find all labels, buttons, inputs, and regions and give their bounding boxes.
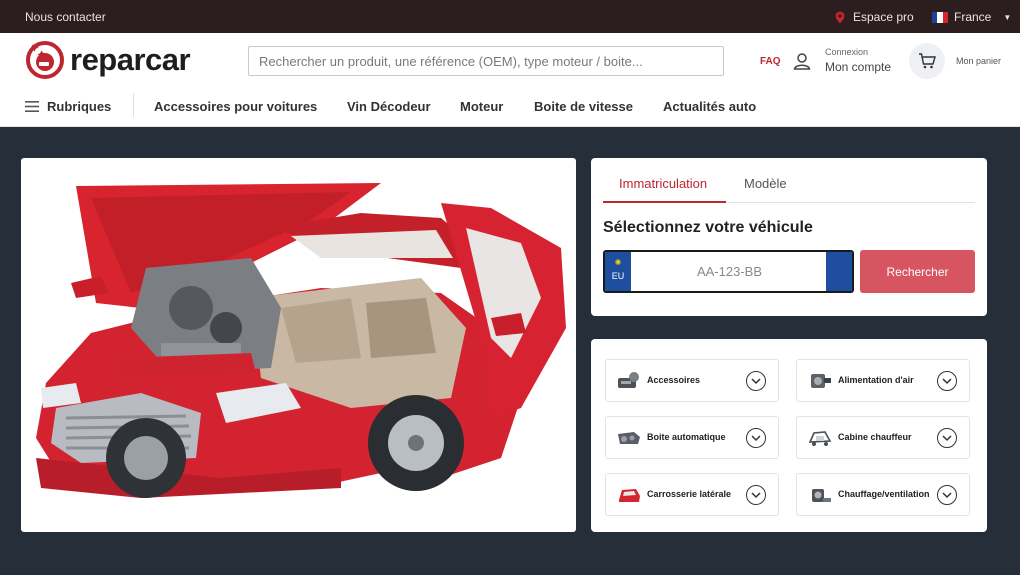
accessories-icon <box>618 372 639 388</box>
user-icon[interactable] <box>793 52 811 70</box>
espace-pro-label: Espace pro <box>853 10 914 24</box>
category-label: Cabine chauffeur <box>838 432 912 442</box>
vehicle-selector-title: Sélectionnez votre véhicule <box>603 219 813 236</box>
eu-band: ✺ EU <box>605 252 631 291</box>
wrench-logo-icon <box>26 41 64 79</box>
category-accessoires[interactable]: Accessoires <box>605 359 779 402</box>
search-vehicle-button[interactable]: Rechercher <box>860 250 975 293</box>
nav-divider <box>133 93 134 117</box>
cabin-icon <box>808 431 832 446</box>
rubriques-menu[interactable]: Rubriques <box>25 99 111 114</box>
chevron-down-icon[interactable] <box>937 485 957 505</box>
my-account-label: Mon compte <box>825 60 892 74</box>
hamburger-icon <box>25 101 39 112</box>
cart-label[interactable]: Mon panier <box>956 56 1001 66</box>
plate-right-band <box>826 252 852 291</box>
air-intake-icon <box>811 374 831 388</box>
location-pin-icon <box>835 11 845 23</box>
active-tab-indicator <box>603 201 726 203</box>
chevron-down-icon[interactable] <box>937 428 957 448</box>
car-cutaway-illustration <box>36 183 566 498</box>
eu-stars-icon: ✺ <box>614 258 622 267</box>
brand-name: reparcar <box>70 42 191 77</box>
vehicle-tabs: Immatriculation Modèle <box>603 172 975 203</box>
nav-boite-de-vitesse[interactable]: Boite de vitesse <box>534 99 633 114</box>
category-label: Chauffage/ventilation <box>838 489 930 499</box>
car-door-icon <box>619 489 640 502</box>
chevron-down-icon[interactable] <box>746 428 766 448</box>
category-alimentation-air[interactable]: Alimentation d'air <box>796 359 970 402</box>
rubriques-label: Rubriques <box>47 99 112 114</box>
cart-button[interactable] <box>909 43 945 79</box>
search-input[interactable] <box>248 46 724 76</box>
tab-immatriculation[interactable]: Immatriculation <box>619 176 707 191</box>
login-label: Connexion <box>825 47 869 57</box>
site-header: reparcar FAQ Connexion Mon compte Mon pa… <box>0 33 1020 127</box>
license-plate-field[interactable]: ✺ EU <box>603 250 854 293</box>
espace-pro-link[interactable]: Espace pro <box>834 10 914 24</box>
contact-link[interactable]: Nous contacter <box>25 10 106 24</box>
license-plate-input[interactable] <box>631 252 828 291</box>
chevron-down-icon[interactable] <box>937 371 957 391</box>
faq-link[interactable]: FAQ <box>760 56 781 67</box>
vehicle-selector-panel: Immatriculation Modèle Sélectionnez votr… <box>591 158 987 316</box>
account-link[interactable]: Connexion Mon compte <box>825 47 891 74</box>
heater-icon <box>812 489 831 502</box>
tab-modele[interactable]: Modèle <box>744 176 787 191</box>
chevron-down-icon[interactable] <box>746 371 766 391</box>
language-selector[interactable]: France ▼ <box>932 10 1011 24</box>
chevron-down-icon[interactable] <box>746 485 766 505</box>
nav-accessoires[interactable]: Accessoires pour voitures <box>154 99 317 114</box>
category-label: Accessoires <box>647 375 701 385</box>
categories-panel: Accessoires Alimentation d'air Boite aut… <box>591 339 987 532</box>
language-label: France <box>954 10 992 24</box>
brand-logo[interactable]: reparcar <box>26 41 191 79</box>
category-label: Boite automatique <box>647 432 726 442</box>
main-nav: Rubriques Accessoires pour voitures Vin … <box>0 93 1020 119</box>
category-cabine-chauffeur[interactable]: Cabine chauffeur <box>796 416 970 459</box>
nav-moteur[interactable]: Moteur <box>460 99 503 114</box>
france-flag-icon <box>932 11 948 23</box>
eu-country-code: EU <box>611 271 625 281</box>
gearbox-icon <box>618 432 640 444</box>
nav-actualites-auto[interactable]: Actualités auto <box>663 99 756 114</box>
hero-car-image <box>21 158 576 532</box>
category-carrosserie-laterale[interactable]: Carrosserie latérale <box>605 473 779 516</box>
cart-icon <box>919 53 936 69</box>
caret-down-icon: ▼ <box>1003 12 1012 22</box>
category-chauffage-ventilation[interactable]: Chauffage/ventilation <box>796 473 970 516</box>
category-label: Alimentation d'air <box>838 375 914 385</box>
top-bar: Nous contacter Espace pro France ▼ <box>0 0 1020 33</box>
category-label: Carrosserie latérale <box>647 489 732 499</box>
category-boite-automatique[interactable]: Boite automatique <box>605 416 779 459</box>
nav-vin-decodeur[interactable]: Vin Décodeur <box>347 99 431 114</box>
